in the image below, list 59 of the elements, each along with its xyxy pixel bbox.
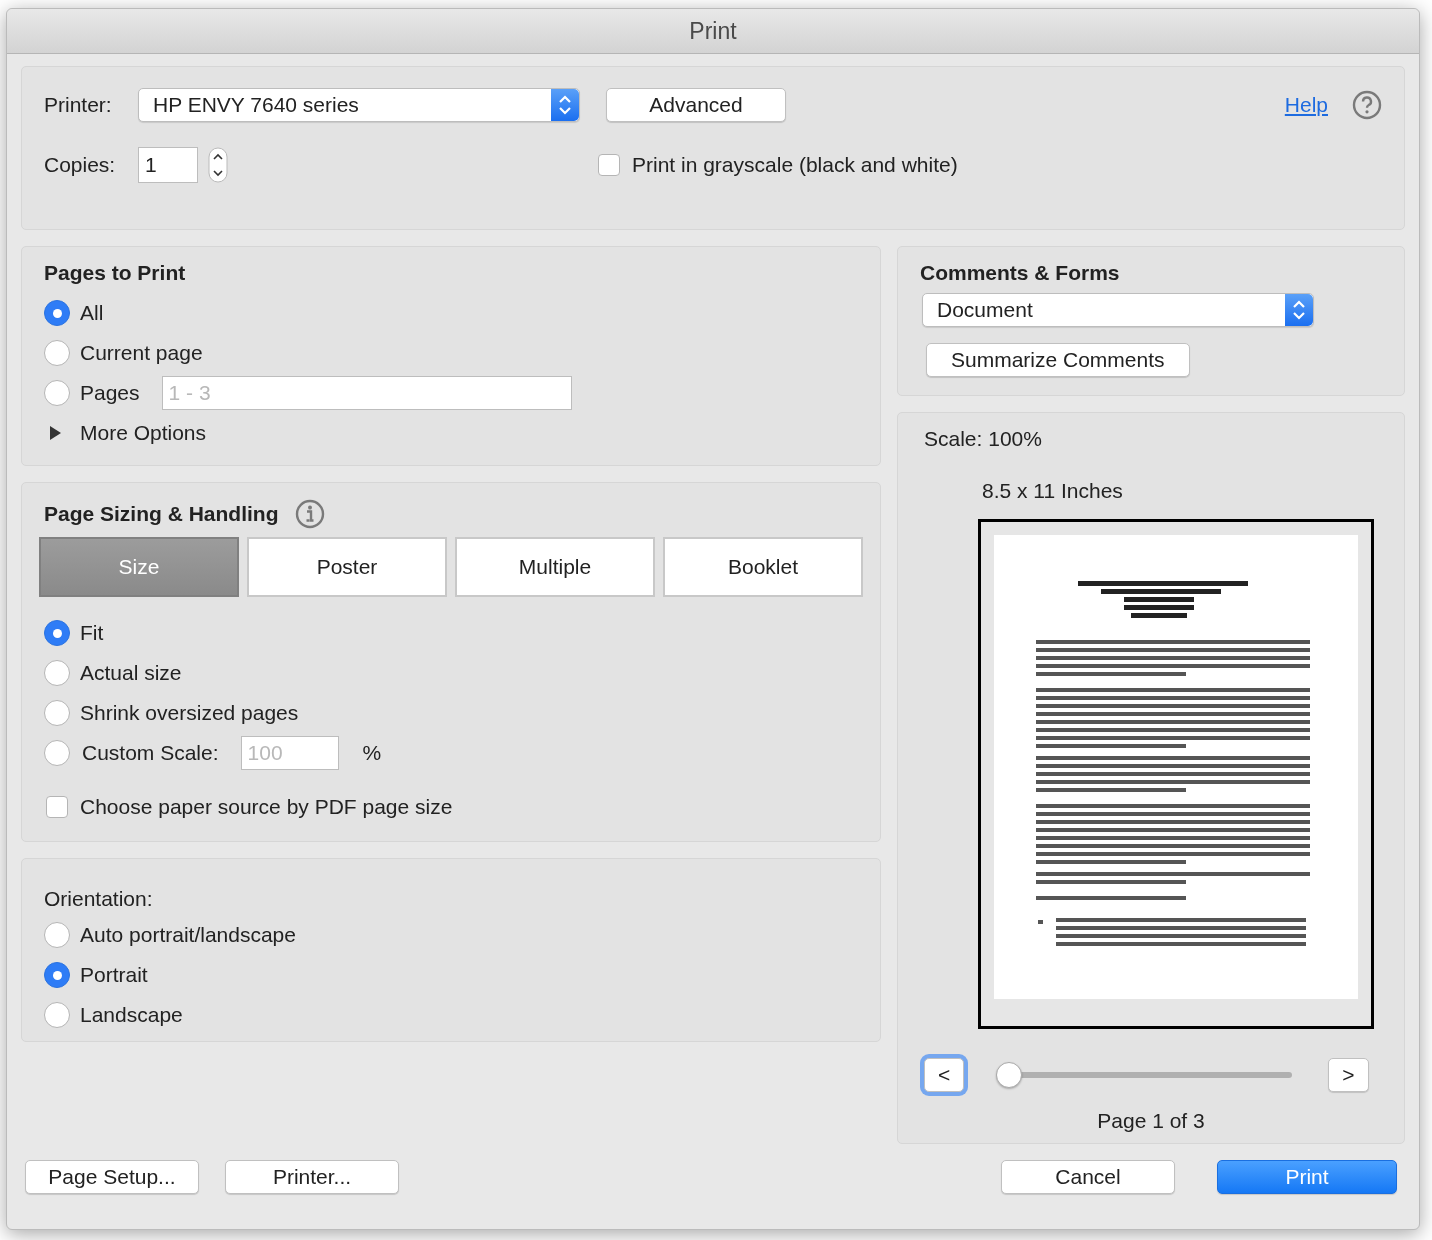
radio-label: Shrink oversized pages — [80, 701, 299, 725]
radio-button[interactable] — [44, 380, 70, 406]
radio-label: Pages — [80, 381, 140, 405]
scale-label: Scale: 100% — [924, 427, 1043, 451]
radio-button[interactable] — [44, 300, 70, 326]
radio-button[interactable] — [44, 620, 70, 646]
checkbox-label: Print in grayscale (black and white) — [632, 153, 958, 177]
radio-label: Portrait — [80, 963, 148, 987]
radio-button[interactable] — [44, 962, 70, 988]
radio-label: Landscape — [80, 1003, 183, 1027]
printer-popup[interactable]: HP ENVY 7640 series — [138, 88, 580, 122]
section-title: Orientation: — [44, 887, 154, 911]
window-title: Print — [689, 17, 737, 45]
printer-label: Printer: — [44, 93, 113, 117]
radio-label: Actual size — [80, 661, 182, 685]
radio-label: Custom Scale: — [82, 741, 219, 765]
radio-button[interactable] — [44, 340, 70, 366]
help-link[interactable]: Help — [1284, 93, 1328, 117]
copies-label: Copies: — [44, 153, 117, 177]
dialog-button[interactable]: Printer... — [225, 1160, 399, 1194]
dialog-button[interactable]: Cancel — [1001, 1160, 1175, 1194]
copies-field[interactable]: 1 — [138, 147, 198, 183]
disclosure-icon[interactable] — [48, 425, 62, 441]
checkbox-label: Choose paper source by PDF page size — [80, 795, 453, 819]
dialog-button[interactable]: Page Setup... — [25, 1160, 199, 1194]
radio-label: All — [80, 301, 104, 325]
radio-button[interactable] — [44, 740, 70, 766]
tab[interactable]: Multiple — [455, 537, 655, 597]
more-options-label[interactable]: More Options — [80, 421, 207, 445]
advanced-button[interactable]: Advanced — [606, 88, 786, 122]
radio-button[interactable] — [44, 660, 70, 686]
page-slider[interactable] — [996, 1062, 1293, 1088]
slider-thumb[interactable] — [996, 1062, 1023, 1088]
radio-label: Current page — [80, 341, 203, 365]
radio-label: Fit — [80, 621, 104, 645]
page-number-label: Page 1 of 3 — [1096, 1109, 1206, 1133]
checkbox[interactable] — [598, 154, 620, 176]
next-page-button[interactable]: > — [1328, 1058, 1369, 1092]
radio-button[interactable] — [44, 922, 70, 948]
section-title: Pages to Print — [44, 261, 187, 285]
paper-size-label: 8.5 x 11 Inches — [982, 479, 1124, 503]
stepper-icon — [551, 89, 579, 121]
tab[interactable]: Poster — [247, 537, 447, 597]
scale-field[interactable]: 100 — [240, 736, 339, 770]
stepper-icon — [1285, 294, 1313, 326]
section-title: Page Sizing & Handling — [44, 502, 279, 526]
radio-label: Auto portrait/landscape — [80, 923, 296, 947]
pages-field[interactable]: 1 - 3 — [161, 376, 572, 410]
help-icon — [1352, 90, 1382, 120]
checkbox[interactable] — [46, 796, 68, 818]
section-title: Comments & Forms — [920, 261, 1121, 285]
summarize-comments-button[interactable]: Summarize Comments — [926, 343, 1190, 377]
tab[interactable]: Booklet — [663, 537, 863, 597]
comments-popup[interactable]: Document — [922, 293, 1314, 327]
radio-button[interactable] — [44, 700, 70, 726]
radio-button[interactable] — [44, 1002, 70, 1028]
info-icon — [294, 499, 325, 529]
percent-label: % — [362, 741, 382, 765]
stepper-icon — [208, 147, 228, 183]
